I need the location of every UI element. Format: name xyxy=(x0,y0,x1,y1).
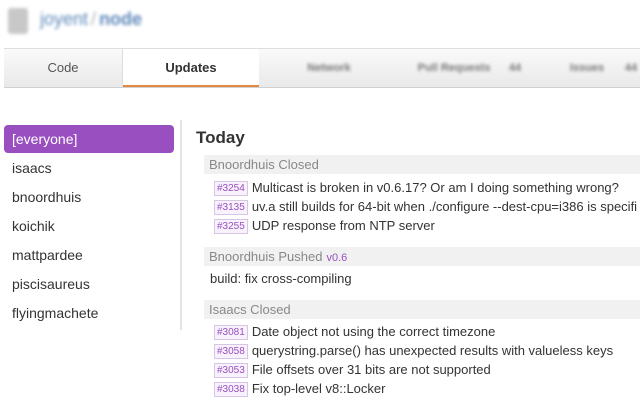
list-item: #3058 querystring.parse() has unexpected … xyxy=(214,341,613,360)
tab-updates[interactable]: Updates xyxy=(123,49,259,87)
issue-number-link[interactable]: #3255 xyxy=(214,219,248,234)
issue-title-link[interactable]: uv.a still builds for 64-bit when ./conf… xyxy=(252,199,637,214)
issue-number-link[interactable]: #3053 xyxy=(214,363,248,378)
sidebar-item-mattpardee[interactable]: mattpardee xyxy=(4,241,174,269)
sidebar-item-isaacs[interactable]: isaacs xyxy=(4,154,174,182)
group-heading: Bnoordhuis Closed xyxy=(204,155,640,174)
list-item: #3081 Date object not using the correct t… xyxy=(214,322,495,341)
sidebar-item-flyingmachete[interactable]: flyingmachete xyxy=(4,299,174,327)
group-heading-text: Bnoordhuis Pushed xyxy=(209,249,323,264)
issue-title-link[interactable]: UDP response from NTP server xyxy=(252,218,435,233)
repo-tabs: Code Updates Network Pull Requests 44 Is… xyxy=(4,48,640,88)
list-item: #3135 uv.a still builds for 64-bit when .… xyxy=(214,197,637,216)
repo-owner-link[interactable]: joyent xyxy=(40,9,88,29)
issue-number-link[interactable]: #3254 xyxy=(214,181,248,196)
tab-network[interactable]: Network xyxy=(284,49,374,87)
issue-number-link[interactable]: #3081 xyxy=(214,325,248,340)
list-item: #3254 Multicast is broken in v0.6.17? Or … xyxy=(214,178,619,197)
repo-header: joyent / node xyxy=(0,0,640,44)
issue-title-link[interactable]: Multicast is broken in v0.6.17? Or am I … xyxy=(252,180,619,195)
list-item: build: fix cross-compiling xyxy=(210,269,352,288)
issues-count-badge: 44 xyxy=(624,62,638,74)
tab-pull-requests[interactable]: Pull Requests xyxy=(399,49,509,87)
sidebar-item-koichik[interactable]: koichik xyxy=(4,212,174,240)
list-item: #3038 Fix top-level v8::Locker xyxy=(214,379,385,398)
group-heading: Bnoordhuis Pushed v0.6 xyxy=(204,247,640,266)
issue-title-link[interactable]: File offsets over 31 bits are not suppor… xyxy=(252,362,491,377)
user-filter-sidebar: [everyone] isaacs bnoordhuis koichik mat… xyxy=(0,120,182,330)
group-heading-text: Isaacs Closed xyxy=(209,302,291,317)
repo-icon xyxy=(8,8,28,34)
pull-requests-count-badge: 44 xyxy=(508,62,522,74)
tab-code[interactable]: Code xyxy=(4,49,123,87)
commit-message-link[interactable]: build: fix cross-compiling xyxy=(210,271,352,286)
list-item: #3053 File offsets over 31 bits are not s… xyxy=(214,360,491,379)
group-heading-text: Bnoordhuis Closed xyxy=(209,157,319,172)
repo-separator: / xyxy=(91,9,97,29)
day-heading: Today xyxy=(196,128,245,147)
issue-title-link[interactable]: Fix top-level v8::Locker xyxy=(252,381,386,396)
sidebar-item-piscisaureus[interactable]: piscisaureus xyxy=(4,270,174,298)
list-item: #3255 UDP response from NTP server xyxy=(214,216,435,235)
tab-issues[interactable]: Issues xyxy=(552,49,622,87)
repo-name-link[interactable]: node xyxy=(99,9,142,29)
branch-ref-link[interactable]: v0.6 xyxy=(326,252,347,264)
issue-title-link[interactable]: querystring.parse() has unexpected resul… xyxy=(252,343,613,358)
issue-title-link[interactable]: Date object not using the correct timezo… xyxy=(252,324,496,339)
sidebar-item-bnoordhuis[interactable]: bnoordhuis xyxy=(4,183,174,211)
issue-number-link[interactable]: #3135 xyxy=(214,200,248,215)
issue-number-link[interactable]: #3058 xyxy=(214,344,248,359)
repo-title: joyent / node xyxy=(40,9,142,30)
group-heading: Isaacs Closed xyxy=(204,300,640,319)
issue-number-link[interactable]: #3038 xyxy=(214,382,248,397)
sidebar-item-everyone[interactable]: [everyone] xyxy=(4,125,174,153)
